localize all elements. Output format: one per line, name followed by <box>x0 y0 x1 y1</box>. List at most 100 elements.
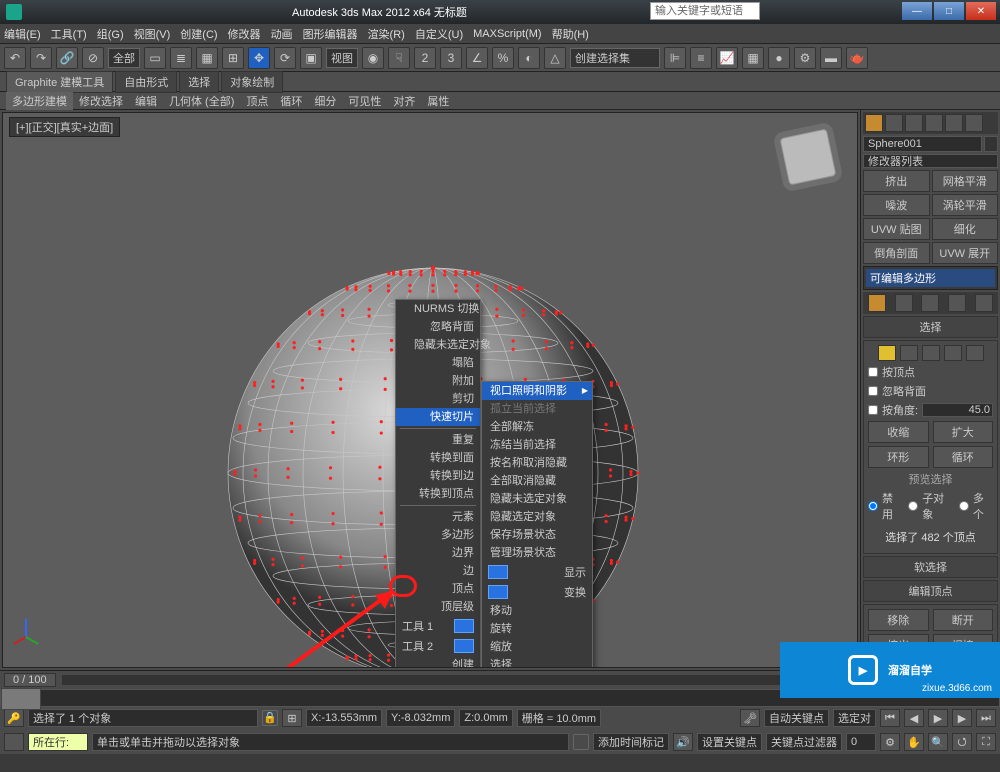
quad-swatch-4[interactable] <box>488 585 508 599</box>
subtab-subdiv[interactable]: 细分 <box>308 92 342 110</box>
menu-tools[interactable]: 工具(T) <box>51 26 87 42</box>
radio-none[interactable]: 禁用 <box>868 490 902 522</box>
mode-polygon[interactable] <box>944 345 962 361</box>
mi-unhide-name[interactable]: 按名称取消隐藏 <box>482 454 592 472</box>
break-button[interactable]: 断开 <box>933 609 994 631</box>
rollout-edit-vertex[interactable]: 编辑顶点 <box>863 580 998 602</box>
schematic-button[interactable]: ▦ <box>742 47 764 69</box>
mod-item-editpoly[interactable]: 可编辑多边形 <box>866 269 995 287</box>
mod-uvwmap[interactable]: UVW 贴图 <box>863 218 930 240</box>
auto-key-button[interactable]: 自动关键点 <box>764 709 829 727</box>
quad-swatch-1[interactable] <box>454 619 474 633</box>
remove-button[interactable]: 移除 <box>868 609 929 631</box>
configure-sets-icon[interactable] <box>975 294 993 312</box>
play-icon[interactable]: ▶ <box>928 709 948 727</box>
menu-maxscript[interactable]: MAXScript(M) <box>473 28 541 40</box>
rotate-button[interactable]: ⟳ <box>274 47 296 69</box>
ribbon-tab-freeform[interactable]: 自由形式 <box>115 71 177 93</box>
subtab-vis[interactable]: 可见性 <box>342 92 387 110</box>
menu-graph[interactable]: 图形编辑器 <box>303 26 358 42</box>
mod-meshsmooth[interactable]: 网格平滑 <box>932 170 999 192</box>
goto-start-icon[interactable]: ⏮ <box>880 709 900 727</box>
mini-curve-icon[interactable] <box>4 733 24 751</box>
menu-edit[interactable]: 编辑(E) <box>4 26 41 42</box>
mi-scale[interactable]: 缩放 <box>482 638 592 656</box>
ribbon-tab-select[interactable]: 选择 <box>179 71 219 93</box>
coord-z[interactable]: 0.0mm <box>474 712 508 724</box>
ribbon-tab-graphite[interactable]: Graphite 建模工具 <box>6 71 113 93</box>
mi-rotate[interactable]: 旋转 <box>482 620 592 638</box>
mi-hide-unsel[interactable]: 隐藏未选定对象 <box>396 336 480 354</box>
mi-nurms[interactable]: NURMS 切换 <box>396 300 480 318</box>
menu-group[interactable]: 组(G) <box>97 26 124 42</box>
mi-ignore-back[interactable]: 忽略背面 <box>396 318 480 336</box>
object-color-swatch[interactable] <box>984 136 998 152</box>
render-frame-button[interactable]: ▬ <box>820 47 842 69</box>
mi-cut[interactable]: 剪切 <box>396 390 480 408</box>
mirror-button[interactable]: △ <box>544 47 566 69</box>
radio-subobj[interactable]: 子对象 <box>908 490 953 522</box>
tab-modify-icon[interactable] <box>885 114 903 132</box>
mi-manage-state[interactable]: 管理场景状态 <box>482 544 592 562</box>
transform-type-icon[interactable]: ⊞ <box>282 709 302 727</box>
mi-create[interactable]: 创建 <box>396 656 480 668</box>
link-button[interactable]: 🔗 <box>56 47 78 69</box>
key-filter-button[interactable]: 关键点过滤器 <box>766 733 842 751</box>
mi-unhide-all[interactable]: 全部取消隐藏 <box>482 472 592 490</box>
mod-noise[interactable]: 噪波 <box>863 194 930 216</box>
menu-help[interactable]: 帮助(H) <box>552 26 589 42</box>
subtab-polymodel[interactable]: 多边形建模 <box>6 92 73 110</box>
move-button[interactable]: ✥ <box>248 47 270 69</box>
nav-pan-icon[interactable]: ✋ <box>904 733 924 751</box>
keymode-dd[interactable]: 选定对 <box>833 709 876 727</box>
quad-menu-right[interactable]: 视口照明和阴影 孤立当前选择 全部解冻 冻结当前选择 按名称取消隐藏 全部取消隐… <box>481 381 593 668</box>
mi-collapse[interactable]: 塌陷 <box>396 354 480 372</box>
coord-y[interactable]: -8.032mm <box>401 712 451 724</box>
mi-move[interactable]: 移动 <box>482 602 592 620</box>
goto-end-icon[interactable]: ⏭ <box>976 709 996 727</box>
mod-uvwunwrap[interactable]: UVW 展开 <box>932 242 999 264</box>
mi-attach[interactable]: 附加 <box>396 372 480 390</box>
time-slider[interactable]: 0 / 100 <box>4 673 56 687</box>
unlink-button[interactable]: ⊘ <box>82 47 104 69</box>
menu-view[interactable]: 视图(V) <box>134 26 171 42</box>
mi-freeze-sel[interactable]: 冻结当前选择 <box>482 436 592 454</box>
maximize-button[interactable]: □ <box>934 2 964 20</box>
select-name-button[interactable]: ≣ <box>170 47 192 69</box>
key-toggle-icon[interactable]: 🗝 <box>740 709 760 727</box>
minimize-button[interactable]: — <box>902 2 932 20</box>
show-result-icon[interactable] <box>895 294 913 312</box>
window-crossing-button[interactable]: ⊞ <box>222 47 244 69</box>
rollout-softsel[interactable]: 软选择 <box>863 556 998 578</box>
redo-button[interactable]: ↷ <box>30 47 52 69</box>
subtab-edit[interactable]: 编辑 <box>129 92 163 110</box>
select-region-button[interactable]: ▦ <box>196 47 218 69</box>
mi-select[interactable]: 选择 <box>482 656 592 668</box>
manip-button[interactable]: ☟ <box>388 47 410 69</box>
help-search-input[interactable]: 输入关键字或短语 <box>650 2 760 20</box>
mod-tessellate[interactable]: 细化 <box>932 218 999 240</box>
ribbon-tab-paint[interactable]: 对象绘制 <box>221 71 283 93</box>
mode-border[interactable] <box>922 345 940 361</box>
angle-value[interactable]: 45.0 <box>922 403 993 417</box>
selection-filter-dropdown[interactable]: 全部 <box>108 48 140 68</box>
pin-stack-icon[interactable] <box>868 294 886 312</box>
mi-element[interactable]: 元素 <box>396 508 480 526</box>
mi-vp-lighting[interactable]: 视口照明和阴影 <box>482 382 592 400</box>
mi-save-state[interactable]: 保存场景状态 <box>482 526 592 544</box>
mi-isolate[interactable]: 孤立当前选择 <box>482 400 592 418</box>
time-config-icon[interactable]: ⚙ <box>880 733 900 751</box>
curve-editor-button[interactable]: 📈 <box>716 47 738 69</box>
nav-zoom-icon[interactable]: 🔍 <box>928 733 948 751</box>
cb-ignore-backfacing[interactable]: 忽略背面 <box>868 383 993 399</box>
modifier-stack[interactable]: 可编辑多边形 <box>863 266 998 290</box>
snap-percent-button[interactable]: % <box>492 47 514 69</box>
mi-quickslice[interactable]: 快速切片 <box>396 408 480 426</box>
prev-frame-icon[interactable]: ◀ <box>904 709 924 727</box>
quad-swatch-2[interactable] <box>454 639 474 653</box>
subtab-geoall[interactable]: 几何体 (全部) <box>163 92 240 110</box>
mi-conv-vert[interactable]: 转换到顶点 <box>396 485 480 503</box>
align-button[interactable]: ⊫ <box>664 47 686 69</box>
scale-button[interactable]: ▣ <box>300 47 322 69</box>
mi-toplevel[interactable]: 顶层级 <box>396 598 480 616</box>
